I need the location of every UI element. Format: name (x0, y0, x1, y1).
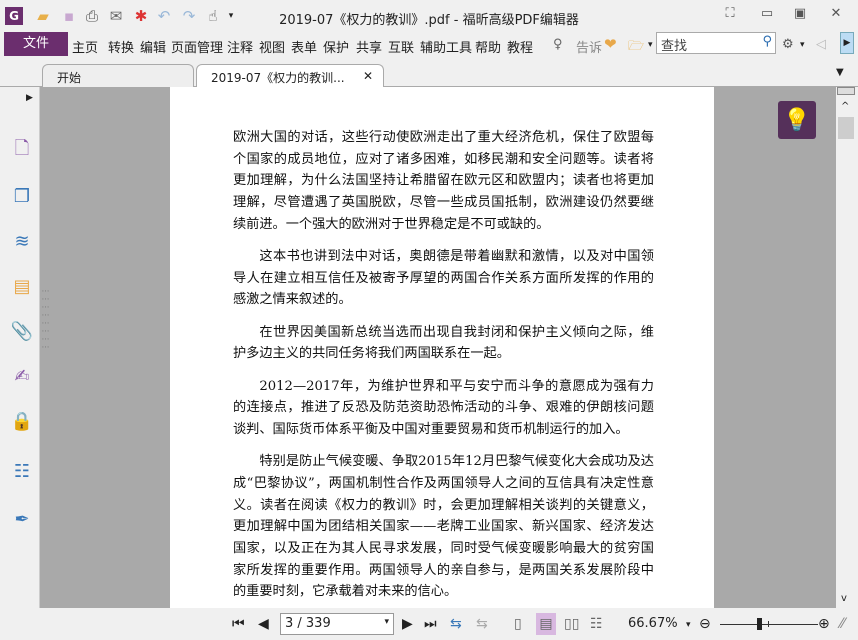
tab-document[interactable]: 2019-07《权力的教训... ✕ (196, 64, 384, 87)
pdf-page: 欧洲大国的对话，这些行动使欧洲走出了重大经济危机，保住了欧盟每个国家的成员地位，… (170, 87, 714, 608)
paragraph: 在世界因美国新总统当选而出现自我封闭和保护主义倾向之际，维护多边主义的共同任务将… (233, 324, 654, 362)
gear-icon[interactable]: ⚙ (782, 37, 794, 52)
first-page-icon[interactable]: ⏮ (232, 616, 245, 632)
last-page-icon[interactable]: ⏭ (424, 616, 437, 632)
zoom-level[interactable]: 66.67% (628, 616, 678, 631)
zoom-slider-tick (768, 621, 769, 627)
menu-share[interactable]: 共享 (356, 37, 382, 56)
search-placeholder: 查找 (661, 39, 688, 54)
folder-search-icon[interactable]: 🗁 (628, 37, 644, 59)
menu-accessibility[interactable]: 辅助工具 (420, 37, 472, 56)
next-page-icon[interactable]: ▶ (402, 616, 413, 632)
split-handle[interactable] (837, 87, 855, 95)
navigation-panel: ▶ 🗋 ❐ ≋ ▤ 📎 ✍ 🔒 ☷ ✒ (0, 87, 40, 608)
title-bar: G ▰ ▪ ⎙ ✉ ✱ ↶ ↷ ☝ ▾ 2019-07《权力的教训》.pdf -… (0, 0, 858, 32)
single-page-icon[interactable]: ▯ (514, 616, 522, 632)
paragraph: 特别是防止气候变暖、争取2015年12月巴黎气候变化大会成功及达成“巴黎协议”，… (233, 454, 654, 600)
document-canvas[interactable]: ⋮⋮⋮⋮⋮⋮⋮⋮ 欧洲大国的对话，这些行动使欧洲走出了重大经济危机，保住了欧盟每… (40, 87, 836, 608)
fullscreen-icon[interactable]: ⛶ (720, 6, 740, 24)
certify-icon[interactable]: ✒ (10, 507, 34, 531)
zoom-out-icon[interactable]: ⊖ (699, 616, 711, 632)
paragraph: 2012—2017年，为维护世界和平与安宁而斗争的意愿成为强有力的连接点，推进了… (233, 378, 654, 437)
expand-panel-icon[interactable]: ▶ (26, 93, 33, 103)
paragraph: 欧洲大国的对话，这些行动使欧洲走出了重大经济危机，保住了欧盟每个国家的成员地位，… (233, 130, 654, 232)
close-tab-icon[interactable]: ✕ (363, 69, 373, 83)
continuous-page-icon[interactable]: ▤ (536, 613, 556, 635)
pages-icon[interactable]: ❐ (10, 184, 34, 208)
menu-edit[interactable]: 编辑 (140, 37, 166, 56)
tab-label: 开始 (57, 71, 82, 85)
lightbulb-icon: 💡 (783, 107, 811, 133)
layers-icon[interactable]: ≋ (10, 229, 34, 253)
search-input[interactable]: 查找 ⚲ (656, 32, 776, 54)
scroll-thumb[interactable] (838, 117, 854, 139)
menu-comment[interactable]: 注释 (227, 37, 253, 56)
scroll-left-icon[interactable]: ◁ (816, 37, 826, 52)
tell-me[interactable]: 告诉 (576, 37, 602, 56)
zoom-dropdown-icon[interactable]: ▾ (686, 620, 691, 630)
menu-tutorial[interactable]: 教程 (507, 37, 533, 56)
attachments-icon[interactable]: 📎 (10, 319, 34, 343)
zoom-in-icon[interactable]: ⊕ (818, 616, 830, 632)
scroll-up-icon[interactable]: ^ (841, 101, 849, 112)
scroll-right-button[interactable]: ▶ (840, 32, 854, 54)
maximize-button[interactable]: ▣ (790, 6, 810, 24)
gear-dropdown-icon[interactable]: ▾ (800, 40, 805, 50)
menu-form[interactable]: 表单 (291, 37, 317, 56)
tab-start[interactable]: 开始 (42, 64, 194, 87)
page-number: 3 / 339 (285, 616, 331, 631)
tab-bar: 开始 2019-07《权力的教训... ✕ ▼ (0, 58, 858, 87)
lightbulb-icon[interactable]: ♀ (553, 37, 563, 52)
menu-page-management[interactable]: 页面管理 (171, 37, 223, 56)
menu-protect[interactable]: 保护 (323, 37, 349, 56)
folder-search-dropdown-icon[interactable]: ▾ (648, 40, 653, 50)
page-dropdown-icon[interactable]: ▾ (384, 617, 389, 627)
menu-bar: 文件 主页 转换 编辑 页面管理 注释 视图 表单 保护 共享 互联 辅助工具 … (0, 32, 858, 58)
page-number-input[interactable]: 3 / 339 ▾ (280, 613, 394, 635)
menu-connect[interactable]: 互联 (388, 37, 414, 56)
menu-view[interactable]: 视图 (259, 37, 285, 56)
form-fields-icon[interactable]: ☷ (10, 459, 34, 483)
tab-label: 2019-07《权力的教训... (211, 71, 345, 85)
zoom-slider-thumb[interactable] (757, 618, 763, 630)
vertical-scrollbar[interactable]: ^ v (836, 87, 858, 608)
panel-resize-handle[interactable]: ⋮⋮⋮⋮⋮⋮⋮⋮ (41, 287, 50, 351)
continuous-facing-icon[interactable]: ☷ (590, 616, 603, 632)
minimize-button[interactable]: ▭ (757, 6, 777, 24)
close-button[interactable]: ✕ (826, 6, 846, 24)
status-bar: ⏮ ◀ 3 / 339 ▾ ▶ ⏭ ⇆ ⇆ ▯ ▤ ▯▯ ☷ 66.67% ▾ ⊖… (0, 608, 858, 640)
menu-convert[interactable]: 转换 (108, 37, 134, 56)
menu-help[interactable]: 帮助 (475, 37, 501, 56)
facing-page-icon[interactable]: ▯▯ (564, 616, 579, 632)
scroll-down-icon[interactable]: v (841, 593, 847, 604)
paragraph: 这本书也讲到法中对话，奥朗德是带着幽默和激情，以及对中国领导人在建立相互信任及被… (233, 249, 654, 308)
previous-view-icon[interactable]: ⇆ (450, 616, 462, 632)
zoom-slider[interactable] (720, 624, 818, 625)
resize-grip-icon[interactable]: ⁄⁄ (840, 616, 845, 632)
tip-button[interactable]: 💡 (778, 101, 816, 139)
tab-list-dropdown-icon[interactable]: ▼ (836, 67, 844, 78)
previous-page-icon[interactable]: ◀ (258, 616, 269, 632)
comments-icon[interactable]: ▤ (10, 274, 34, 298)
signatures-icon[interactable]: ✍ (10, 364, 34, 388)
search-icon[interactable]: ⚲ (762, 34, 772, 49)
bookmark-icon[interactable]: 🗋 (10, 138, 34, 163)
heart-icon[interactable]: ❤ (604, 35, 617, 53)
menu-home[interactable]: 主页 (72, 37, 98, 56)
menu-file[interactable]: 文件 (4, 32, 68, 56)
next-view-icon[interactable]: ⇆ (476, 616, 488, 632)
security-icon[interactable]: 🔒 (10, 409, 34, 433)
